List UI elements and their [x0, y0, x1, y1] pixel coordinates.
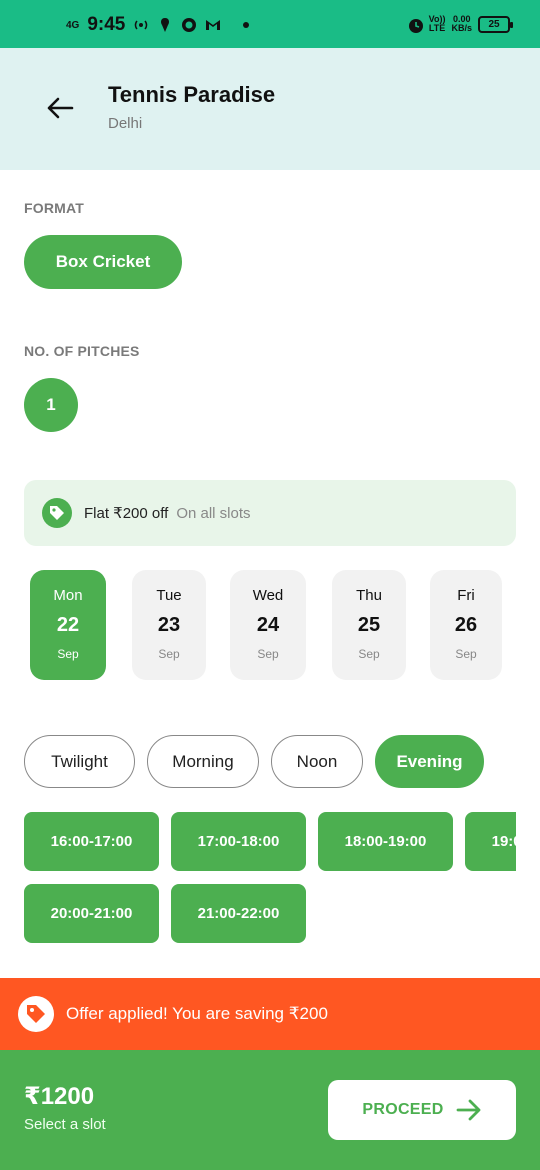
tag-icon [42, 498, 72, 528]
time-of-day-evening[interactable]: Evening [375, 735, 484, 788]
day-option-thu[interactable]: Thu 25 Sep [332, 570, 406, 680]
day-name: Tue [156, 587, 182, 604]
day-date: 24 [256, 614, 280, 636]
day-date: 25 [357, 614, 381, 636]
day-option-tue[interactable]: Tue 23 Sep [132, 570, 206, 680]
total-price: ₹1200 [24, 1083, 95, 1110]
format-label: FORMAT [24, 200, 85, 216]
offer-card: Flat ₹200 off On all slots [24, 480, 516, 546]
day-date: 26 [454, 614, 478, 636]
slot-button[interactable]: 18:00-19:00 [318, 812, 453, 871]
day-option-wed[interactable]: Wed 24 Sep [230, 570, 306, 680]
offer-applied-text: Offer applied! You are saving ₹200 [66, 1004, 328, 1023]
price-hint: Select a slot [24, 1116, 106, 1133]
day-name: Wed [252, 587, 284, 604]
day-option-fri[interactable]: Fri 26 Sep [430, 570, 502, 680]
alarm-icon [407, 16, 423, 33]
speed-unit: KB/s [451, 23, 472, 33]
arrow-right-icon [456, 1099, 481, 1121]
status-left: 4G 9:45 [66, 14, 250, 36]
pitch-count-option[interactable]: 1 [24, 378, 78, 432]
proceed-button[interactable]: PROCEED [328, 1080, 516, 1140]
hotspot-icon [133, 17, 149, 33]
status-bar: 4G 9:45 Vo)) LTE 0.00 KB/s 25 [0, 0, 540, 48]
pitches-label: NO. OF PITCHES [24, 343, 140, 359]
day-name: Thu [356, 587, 382, 604]
day-month: Sep [257, 647, 279, 661]
day-month: Sep [455, 647, 477, 661]
day-month: Sep [358, 647, 380, 661]
day-option-mon[interactable]: Mon 22 Sep [30, 570, 106, 680]
slot-button[interactable]: 16:00-17:00 [24, 812, 159, 871]
time-of-day-morning[interactable]: Morning [147, 735, 259, 788]
slot-grid: 16:00-17:00 17:00-18:00 18:00-19:00 19:0… [24, 812, 516, 952]
tag-icon [18, 996, 54, 1032]
day-month: Sep [158, 647, 180, 661]
venue-city: Delhi [108, 115, 143, 132]
battery-icon: 25 [478, 15, 513, 33]
back-button[interactable] [38, 86, 82, 130]
proceed-label: PROCEED [362, 1101, 444, 1118]
offer-title: Flat ₹200 off [84, 505, 169, 522]
arrow-left-icon [47, 97, 74, 119]
time-of-day-twilight[interactable]: Twilight [24, 735, 135, 788]
more-notifications-icon [243, 22, 250, 28]
slot-button[interactable]: 17:00-18:00 [171, 812, 306, 871]
network-indicator: 4G [66, 19, 80, 31]
header: Tennis Paradise Delhi [0, 48, 540, 170]
volte-indicator: Vo)) LTE [429, 15, 446, 33]
slot-button[interactable]: 20:00-21:00 [24, 884, 159, 943]
slot-button[interactable]: 19:00-20:00 [465, 812, 516, 871]
offer-subtitle: On all slots [176, 504, 251, 522]
whatsapp-icon [181, 17, 197, 33]
gmail-icon [205, 17, 221, 33]
lte-text: LTE [428, 23, 446, 33]
day-date: 22 [56, 614, 80, 636]
day-name: Fri [457, 587, 475, 604]
format-option-box-cricket[interactable]: Box Cricket [24, 235, 182, 289]
status-right: Vo)) LTE 0.00 KB/s 25 [407, 15, 513, 33]
day-month: Sep [57, 647, 79, 661]
day-date: 23 [157, 614, 181, 636]
clock: 9:45 [87, 14, 126, 35]
app-notification-icon [157, 17, 173, 33]
page-title: Tennis Paradise [108, 82, 276, 107]
offer-applied-banner: Offer applied! You are saving ₹200 [0, 978, 540, 1050]
footer-bar: ₹1200 Select a slot PROCEED [0, 1050, 540, 1170]
data-speed: 0.00 KB/s [451, 15, 472, 33]
day-name: Mon [53, 587, 83, 604]
time-of-day-noon[interactable]: Noon [271, 735, 363, 788]
slot-button[interactable]: 21:00-22:00 [171, 884, 306, 943]
